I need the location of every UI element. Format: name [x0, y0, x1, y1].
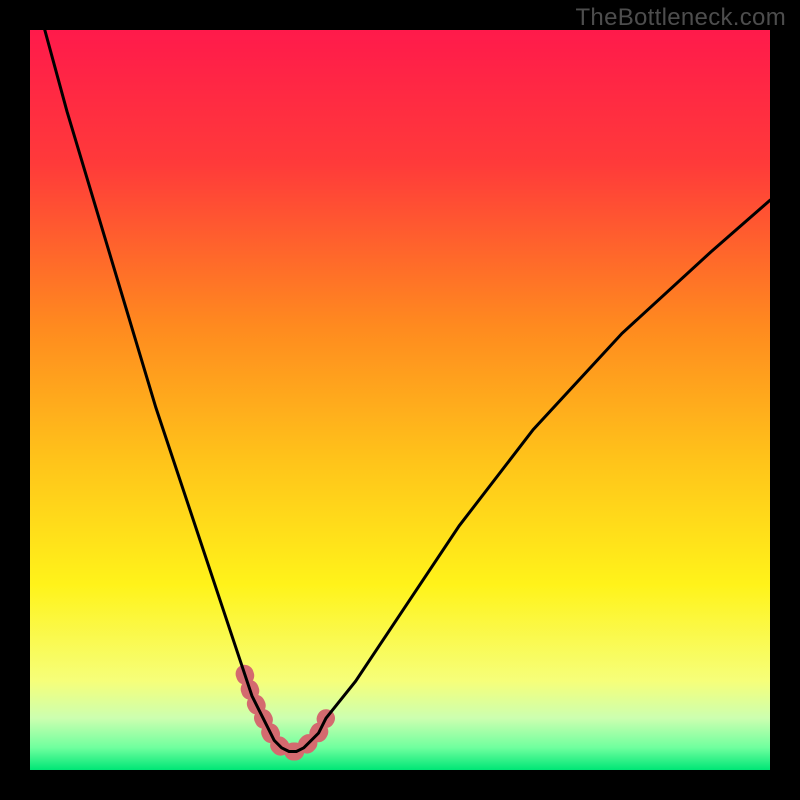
watermark-text: TheBottleneck.com: [575, 4, 786, 32]
gradient-background: [30, 30, 770, 770]
bottleneck-chart: [30, 30, 770, 770]
chart-frame: TheBottleneck.com: [0, 0, 800, 800]
